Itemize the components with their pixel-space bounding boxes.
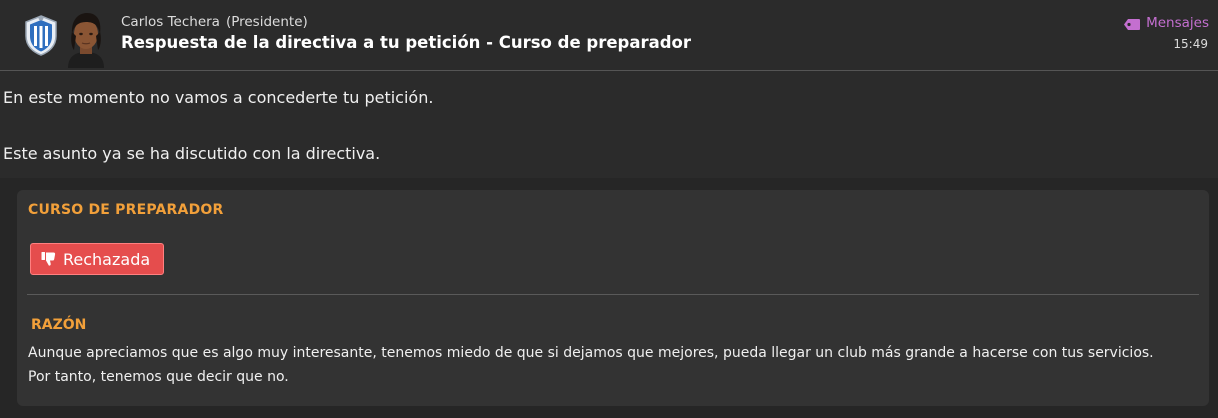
message-paragraph: En este momento no vamos a concederte tu… xyxy=(3,88,434,107)
category-label: Mensajes xyxy=(1146,15,1209,31)
reason-text: Por tanto, tenemos que decir que no. xyxy=(28,369,289,385)
message-time: 15:49 xyxy=(1173,37,1208,51)
message-subject: Respuesta de la directiva a tu petición … xyxy=(121,33,692,52)
status-label: Rechazada xyxy=(63,249,151,269)
category-tag[interactable]: Mensajes xyxy=(1124,15,1209,31)
reason-title: RAZÓN xyxy=(31,317,87,333)
request-panel: CURSO DE PREPARADOR Rechazada RAZÓN Aunq… xyxy=(17,190,1209,406)
message-paragraph: Este asunto ya se ha discutido con la di… xyxy=(3,144,381,163)
club-badge-icon xyxy=(22,14,60,56)
message-view: Carlos Techera (Presidente) Respuesta de … xyxy=(0,0,1218,418)
tag-icon xyxy=(1124,18,1141,30)
sender-name[interactable]: Carlos Techera xyxy=(121,14,220,30)
message-header: Carlos Techera (Presidente) Respuesta de … xyxy=(0,0,1218,70)
reason-text: Aunque apreciamos que es algo muy intere… xyxy=(28,345,1154,361)
header-divider xyxy=(0,70,1218,71)
status-badge: Rechazada xyxy=(30,243,164,275)
sender-line: Carlos Techera (Presidente) xyxy=(121,14,308,30)
thumbs-down-icon xyxy=(41,251,57,267)
request-title: CURSO DE PREPARADOR xyxy=(28,202,224,218)
panel-divider xyxy=(27,294,1199,295)
sender-role: (Presidente) xyxy=(225,14,308,30)
avatar[interactable] xyxy=(62,10,110,68)
